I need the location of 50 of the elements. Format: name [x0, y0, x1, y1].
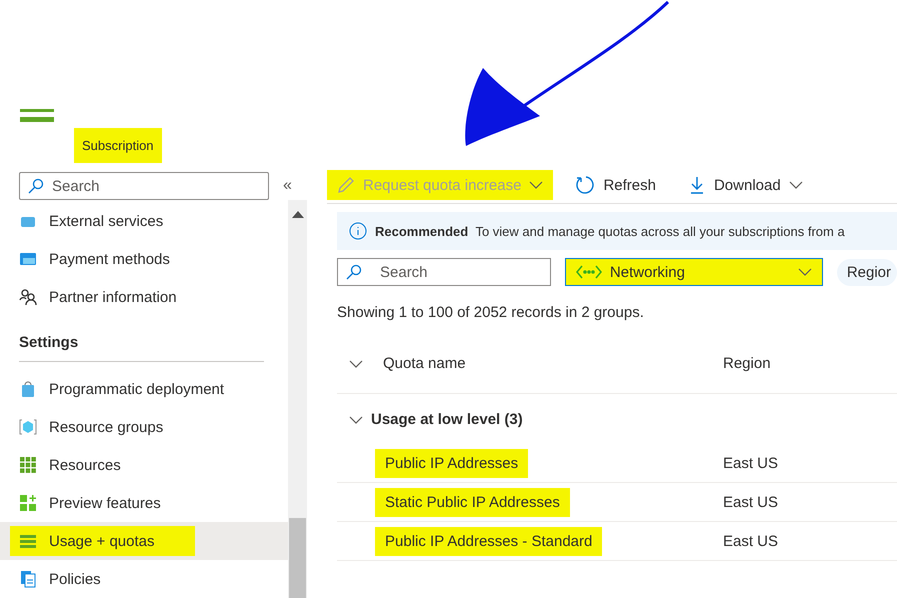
table-cell-text: East US	[722, 492, 780, 512]
column-header[interactable]: Quota name	[377, 350, 472, 376]
banner-text: Recommended To view and manage quotas across all your subscriptions from a	[375, 224, 845, 238]
sidebar-item[interactable]: Payment methods	[0, 240, 288, 278]
collapse-button[interactable]: «	[283, 177, 292, 195]
table-cell: Static Public IP Addresses	[375, 488, 570, 516]
table-cell: Public IP Addresses - Standard	[375, 526, 602, 556]
credit-card-icon	[19, 250, 37, 268]
sidebar-item[interactable]: Usage + quotas	[0, 522, 288, 560]
table-cell-text: East US	[722, 454, 780, 474]
subscription-label: Subscription	[74, 128, 162, 163]
list-icon	[20, 109, 54, 123]
toolbar-button[interactable]: Refresh	[565, 169, 666, 201]
chevron-down-icon	[349, 360, 363, 368]
scroll-up-icon	[292, 210, 304, 218]
sidebar-item[interactable]: Policies	[0, 560, 288, 598]
people-icon	[19, 288, 37, 306]
sidebar-item[interactable]: Preview features	[0, 484, 288, 522]
scrollbar-thumb[interactable]	[289, 518, 306, 598]
tiles-plus-icon	[19, 494, 37, 512]
records-summary: Showing 1 to 100 of 2052 records in 2 groups.	[337, 304, 645, 321]
group-header[interactable]: Usage at low level (3)	[365, 406, 529, 432]
table-cell: Public IP Addresses	[375, 448, 528, 478]
provider-dropdown[interactable]: Networking	[564, 258, 823, 286]
column-header[interactable]: Region	[717, 350, 777, 376]
chevron-down-icon	[349, 416, 363, 424]
grid-icon	[19, 456, 37, 474]
sidebar-item[interactable]: Programmatic deployment	[0, 370, 288, 408]
shopping-bag-icon	[19, 380, 37, 398]
refresh-icon	[575, 175, 596, 195]
sidebar-search-field[interactable]: Search	[19, 172, 269, 200]
info-icon	[349, 222, 367, 240]
search-icon	[346, 264, 362, 280]
sidebar-item[interactable]: Partner information	[0, 278, 288, 316]
search-field[interactable]: Search	[337, 258, 551, 286]
search-icon	[28, 178, 44, 194]
cube-icon	[19, 418, 37, 436]
chevron-down-icon	[798, 268, 812, 276]
scrollbar[interactable]	[288, 200, 307, 598]
sidebar-item[interactable]: Resources	[0, 446, 288, 484]
sidebar-item[interactable]: External services	[0, 202, 288, 240]
toolbar-button[interactable]: Download	[678, 170, 813, 200]
document-icon	[19, 570, 37, 588]
region-filter-pill[interactable]: Regior	[836, 258, 897, 286]
list-icon	[19, 532, 37, 550]
table-cell-text: East US	[722, 532, 780, 552]
sidebar-item[interactable]: Resource groups	[0, 408, 288, 446]
network-icon	[576, 265, 602, 279]
pencil-icon	[337, 176, 355, 194]
section-heading: Settings	[19, 334, 264, 362]
